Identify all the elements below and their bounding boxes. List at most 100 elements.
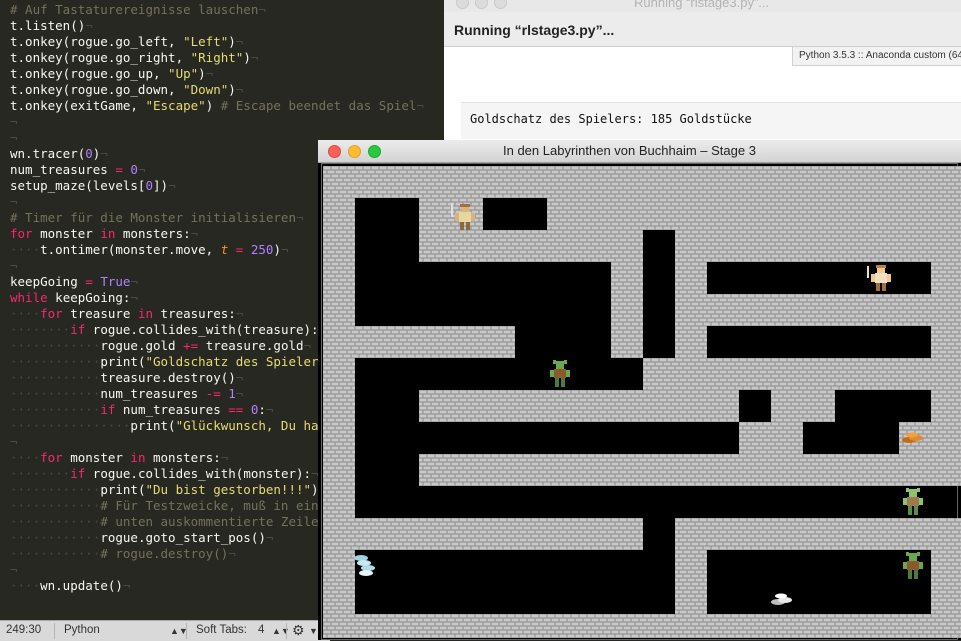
maze-wall-tile [803,358,835,390]
console-output-area[interactable]: Python 3.5.3 :: Anaconda custom (64-bit)… [444,47,961,140]
maze-wall-tile [483,614,515,638]
zoom-button[interactable] [368,145,381,158]
maze-wall-tile [323,166,355,198]
code-line[interactable]: ············treasure.destroy()¬ [10,370,243,386]
code-line[interactable]: # Timer für die Monster initialisieren¬ [10,210,304,226]
maze-wall-tile [355,614,387,638]
minimize-button[interactable] [348,145,361,158]
maze-wall-tile [771,358,803,390]
maze-wall-tile [803,454,835,486]
code-line[interactable]: t.onkey(rogue.go_down, "Down")¬ [10,82,243,98]
maze-wall-tile [931,454,961,486]
close-button[interactable] [328,145,341,158]
code-line[interactable]: ¬ [10,114,18,130]
maze-wall-tile [675,262,707,294]
code-line[interactable]: ················print("Glückwunsch, Du h… [10,418,341,434]
maze-wall-tile [323,230,355,262]
code-line[interactable]: setup_maze(levels[0])¬ [10,178,176,194]
maze-wall-tile [579,230,611,262]
maze-wall-tile [771,230,803,262]
code-line[interactable]: for monster in monsters:¬ [10,226,198,242]
game-canvas[interactable] [321,163,961,640]
tabs-value[interactable]: 4 [258,624,264,636]
code-line[interactable]: ¬ [10,194,18,210]
code-line[interactable]: t.onkey(exitGame, "Escape") # Escape bee… [10,98,424,114]
maze-wall-tile [611,454,643,486]
maze-wall-tile [675,230,707,262]
code-line[interactable]: ········if rogue.collides_with(treasure)… [10,322,326,338]
maze-wall-tile [643,198,675,230]
maze-wall-tile [835,614,867,638]
code-line[interactable]: ········if rogue.collides_with(monster):… [10,466,319,482]
code-line[interactable]: t.onkey(rogue.go_left, "Left")¬ [10,34,243,50]
maze-wall-tile [707,454,739,486]
maze-wall-tile [643,358,675,390]
maze-wall-tile [323,262,355,294]
maze-wall-tile [611,166,643,198]
maze-wall-tile [771,198,803,230]
code-line[interactable]: ¬ [10,434,18,450]
maze-wall-tile [867,166,899,198]
tabs-label[interactable]: Soft Tabs: [196,624,247,636]
maze-wall-tile [835,294,867,326]
code-line[interactable]: ····for treasure in treasures:¬ [10,306,243,322]
maze-wall-tile [675,326,707,358]
code-line[interactable]: ············print("Du bist gestorben!!!"… [10,482,326,498]
maze-wall-tile [451,166,483,198]
maze-wall-tile [675,614,707,638]
code-line[interactable]: ¬ [10,258,18,274]
code-line[interactable]: while keepGoing:¬ [10,290,138,306]
code-line[interactable]: ····for monster in monsters:¬ [10,450,228,466]
maze-wall-tile [515,454,547,486]
console-window-title: Running “rlstage3.py”... [634,0,770,10]
maze-wall-tile [643,454,675,486]
minimize-button[interactable] [475,0,488,9]
silver-coins-icon [354,555,375,576]
code-line[interactable]: ············# unten auskommentierte Zeil… [10,514,341,530]
game-window-title: In den Labyrinthen von Buchhaim – Stage … [503,143,756,158]
console-window: Running “rlstage3.py”... Running “rlstag… [444,0,961,140]
maze-wall-tile [451,326,483,358]
code-line[interactable]: ············rogue.gold += treasure.gold¬ [10,338,311,354]
zoom-button[interactable] [494,0,507,9]
code-line[interactable]: ¬ [10,130,18,146]
syntax-selector[interactable]: Python [64,624,100,636]
console-header: Running “rlstage3.py”... [444,12,961,47]
code-line[interactable]: # Auf Tastaturereignisse lauschen¬ [10,2,266,18]
maze-wall-tile [931,614,961,638]
maze-wall-tile [483,326,515,358]
gear-chevron-icon[interactable]: ▼ [309,626,318,636]
code-line[interactable]: t.listen()¬ [10,18,93,34]
maze-wall-tile [707,198,739,230]
code-line[interactable]: t.onkey(rogue.go_right, "Right")¬ [10,50,258,66]
code-line[interactable]: ············rogue.goto_start_pos()¬ [10,530,273,546]
maze-wall-tile [419,614,451,638]
maze-wall-tile [515,518,547,550]
output-text: Goldschatz des Spielers: 185 Goldstücke [470,112,752,126]
maze-wall-tile [931,518,961,550]
code-line[interactable]: ············print("Goldschatz des Spiele… [10,354,341,370]
close-button[interactable] [456,0,469,9]
code-line[interactable]: ············num_treasures -= 1¬ [10,386,243,402]
maze-wall-tile [835,358,867,390]
maze-wall-tile [515,166,547,198]
code-line[interactable]: ············# rogue.destroy()¬ [10,546,236,562]
maze-wall-tile [867,454,899,486]
code-line[interactable]: ¬ [10,562,18,578]
maze-wall-tile [771,518,803,550]
maze-wall-tile [739,518,771,550]
code-line[interactable]: keepGoing = True¬ [10,274,138,290]
maze-wall-tile [739,294,771,326]
code-line[interactable]: ····t.ontimer(monster.move, t = 250)¬ [10,242,289,258]
maze-wall-tile [867,230,899,262]
code-line[interactable]: ············# Für Testzweicke, muß in ei… [10,498,341,514]
tabs-chevron-icon[interactable]: ▲▼ [272,626,290,636]
code-line[interactable]: num_treasures = 0¬ [10,162,145,178]
code-line[interactable]: t.onkey(rogue.go_up, "Up")¬ [10,66,213,82]
gear-icon[interactable]: ⚙ [292,622,305,639]
maze-wall-tile [419,166,451,198]
code-line[interactable]: ············if num_treasures == 0:¬ [10,402,273,418]
code-line[interactable]: ····wn.update()¬ [10,578,130,594]
goblin-monster-icon [550,360,570,387]
code-line[interactable]: wn.tracer(0)¬ [10,146,108,162]
